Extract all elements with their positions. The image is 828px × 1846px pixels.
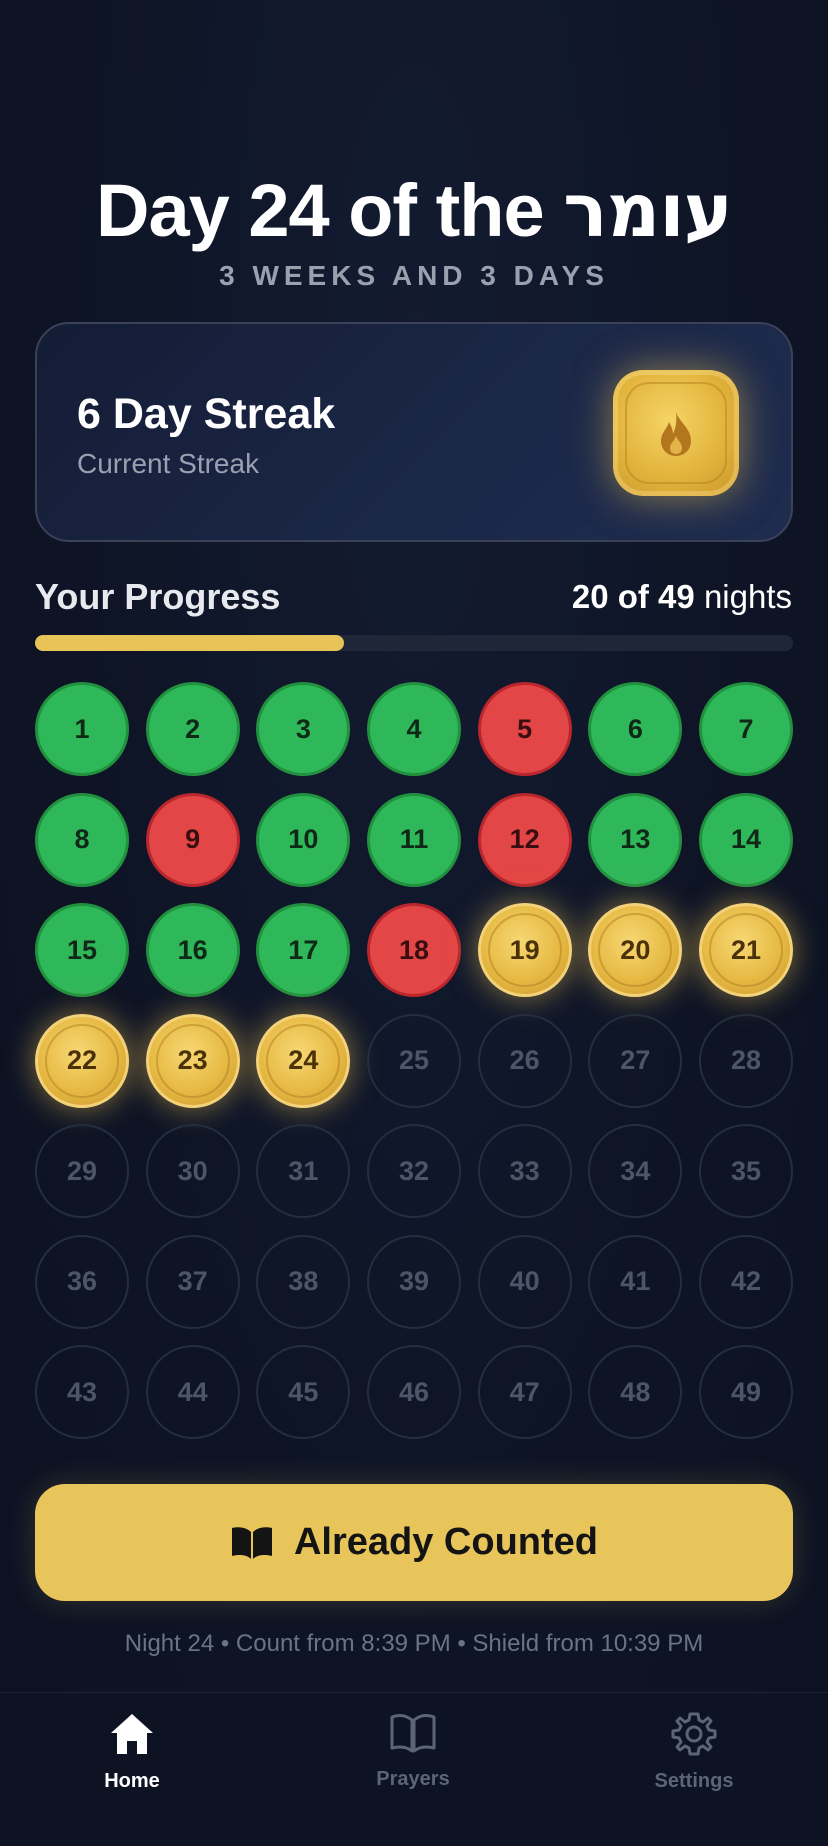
day-circle-13[interactable]: 13: [588, 792, 683, 887]
tab-home[interactable]: Home: [42, 1711, 222, 1793]
day-circle-20[interactable]: 20: [588, 903, 683, 997]
page-title-hebrew: עומר: [563, 168, 733, 254]
day-circle-27[interactable]: 27: [588, 1013, 683, 1108]
day-circle-42[interactable]: 42: [699, 1234, 793, 1329]
day-circle-25[interactable]: 25: [367, 1013, 461, 1108]
day-circle-40[interactable]: 40: [477, 1234, 572, 1329]
day-circle-10[interactable]: 10: [256, 792, 351, 887]
progress-bar-fill: [35, 635, 345, 651]
day-circle-35[interactable]: 35: [699, 1124, 793, 1218]
day-circle-11[interactable]: 11: [367, 792, 461, 887]
day-circle-45[interactable]: 45: [256, 1345, 351, 1439]
omer-home-screen: Day 24 of the עומר 3 WEEKS AND 3 DAYS 6 …: [0, 0, 828, 1846]
day-circle-9[interactable]: 9: [145, 792, 240, 887]
day-circle-24[interactable]: 24: [256, 1013, 351, 1108]
day-circle-16[interactable]: 16: [145, 903, 240, 997]
day-circle-17[interactable]: 17: [256, 903, 351, 997]
day-circle-3[interactable]: 3: [256, 682, 351, 776]
page-subtitle: 3 WEEKS AND 3 DAYS: [219, 260, 609, 291]
tab-bar: Home Prayers Settings: [0, 1692, 828, 1846]
day-circle-49[interactable]: 49: [699, 1345, 793, 1439]
open-book-icon: [231, 1526, 272, 1559]
streak-subtitle: Current Streak: [77, 448, 260, 479]
day-circle-21[interactable]: 21: [699, 903, 793, 997]
tab-settings[interactable]: Settings: [604, 1711, 784, 1793]
day-circle-36[interactable]: 36: [35, 1234, 129, 1329]
tab-home-label: Home: [104, 1770, 160, 1792]
day-circle-32[interactable]: 32: [367, 1124, 461, 1218]
day-circle-1[interactable]: 1: [35, 682, 129, 776]
tab-prayers-label: Prayers: [376, 1768, 450, 1790]
day-circle-4[interactable]: 4: [367, 682, 461, 776]
day-circle-30[interactable]: 30: [145, 1124, 240, 1218]
tab-prayers[interactable]: Prayers: [323, 1711, 503, 1791]
streak-card[interactable]: 6 Day Streak Current Streak: [35, 322, 793, 542]
already-counted-button[interactable]: Already Counted: [35, 1484, 793, 1601]
day-circle-6[interactable]: 6: [588, 682, 683, 776]
day-circle-12[interactable]: 12: [477, 792, 572, 887]
progress-bar: [35, 635, 793, 651]
progress-count-value: 20 of 49: [571, 578, 695, 615]
day-circle-15[interactable]: 15: [35, 903, 129, 997]
day-circle-34[interactable]: 34: [588, 1124, 683, 1218]
day-circle-28[interactable]: 28: [699, 1013, 793, 1108]
day-circle-23[interactable]: 23: [145, 1013, 240, 1108]
day-circle-47[interactable]: 47: [477, 1345, 572, 1439]
progress-count-unit: nights: [703, 578, 792, 615]
day-circle-48[interactable]: 48: [588, 1345, 683, 1439]
day-circle-46[interactable]: 46: [367, 1345, 461, 1439]
day-circle-31[interactable]: 31: [256, 1124, 351, 1218]
day-circle-7[interactable]: 7: [699, 682, 793, 776]
day-circle-38[interactable]: 38: [256, 1234, 351, 1329]
tab-settings-label: Settings: [654, 1770, 734, 1792]
day-circle-26[interactable]: 26: [477, 1013, 572, 1108]
day-circle-14[interactable]: 14: [699, 792, 793, 887]
streak-badge: [613, 370, 739, 496]
day-circle-44[interactable]: 44: [145, 1345, 240, 1439]
page-title-text: Day 24 of the: [96, 169, 564, 252]
day-circle-2[interactable]: 2: [145, 682, 240, 776]
day-circle-19[interactable]: 19: [477, 903, 572, 997]
progress-label: Your Progress: [35, 576, 281, 617]
progress-count: 20 of 49 nights: [572, 578, 792, 616]
day-circle-41[interactable]: 41: [588, 1234, 683, 1329]
day-circle-37[interactable]: 37: [145, 1234, 240, 1329]
day-circle-5[interactable]: 5: [477, 682, 572, 776]
already-counted-label: Already Counted: [293, 1521, 599, 1563]
day-circle-8[interactable]: 8: [35, 792, 129, 887]
home-icon: [111, 1714, 153, 1754]
streak-title: 6 Day Streak: [77, 390, 336, 438]
day-circle-18[interactable]: 18: [367, 903, 461, 997]
day-circle-43[interactable]: 43: [35, 1345, 129, 1439]
day-circle-33[interactable]: 33: [477, 1124, 572, 1218]
gear-icon: [671, 1712, 717, 1756]
day-circle-39[interactable]: 39: [367, 1234, 461, 1329]
day-circle-22[interactable]: 22: [35, 1013, 129, 1108]
count-times-note: Night 24 • Count from 8:39 PM • Shield f…: [124, 1630, 704, 1657]
day-circle-29[interactable]: 29: [35, 1124, 129, 1218]
flame-icon: [661, 412, 691, 456]
page-title: Day 24 of the עומר: [0, 168, 828, 254]
book-icon: [390, 1714, 436, 1753]
